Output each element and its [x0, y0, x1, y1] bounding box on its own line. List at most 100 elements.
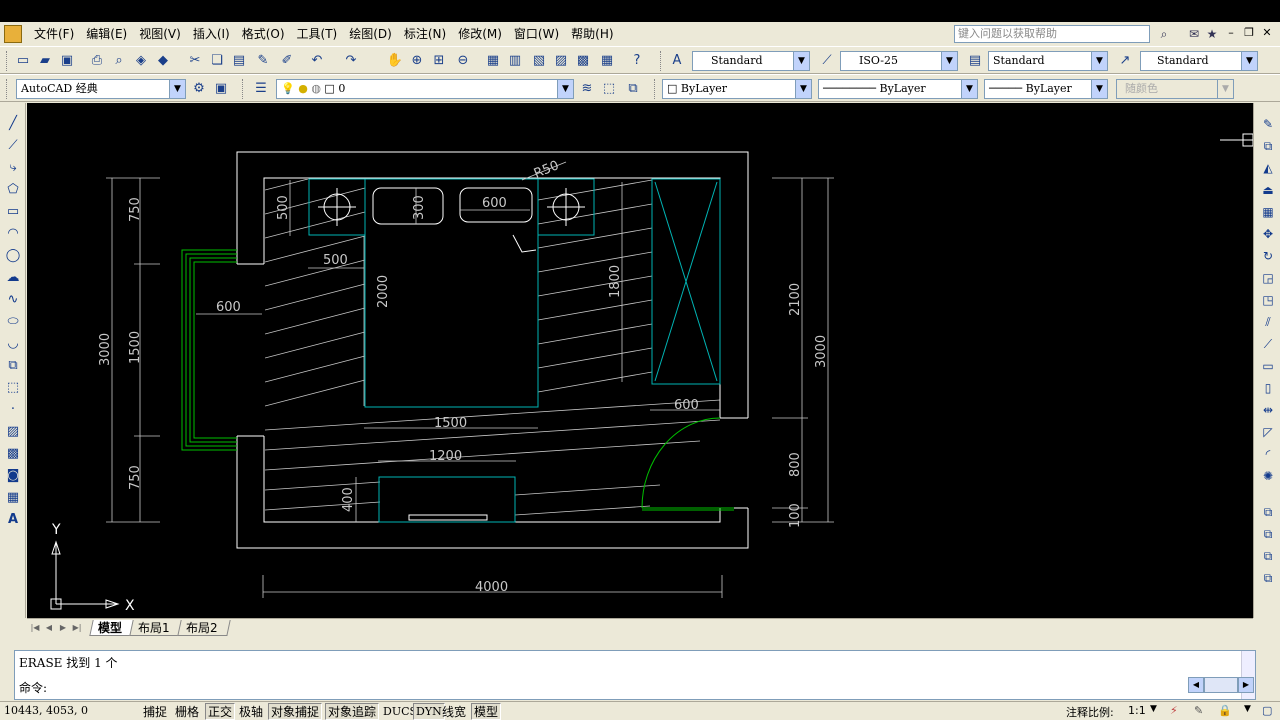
text-style-icon[interactable]: A	[668, 52, 686, 70]
otrack-toggle[interactable]: 对象追踪	[325, 703, 380, 720]
annotation-visibility-icon[interactable]: ⚡	[1170, 704, 1178, 717]
multiline-text-icon[interactable]: A	[4, 511, 22, 529]
linetype-select[interactable]: ──────── ByLayer ▼	[818, 79, 978, 99]
customize-icon[interactable]: ▣	[212, 80, 230, 98]
snap-toggle[interactable]: 捕捉	[140, 703, 170, 720]
close-icon[interactable]: ✕	[1260, 26, 1274, 40]
fillet-icon[interactable]: ◜	[1259, 445, 1277, 463]
paste-icon[interactable]: ▤	[230, 52, 248, 70]
layer-manager-icon[interactable]: ☰	[252, 80, 270, 98]
menu-tools[interactable]: 工具(T)	[291, 22, 344, 46]
print-icon[interactable]: ⎙	[88, 52, 106, 70]
draworder-back-icon[interactable]: ⧉	[1259, 525, 1277, 543]
rotate-icon[interactable]: ↻	[1259, 247, 1277, 265]
model-space-toggle[interactable]: 模型	[471, 703, 502, 720]
join-icon[interactable]: ⇹	[1259, 401, 1277, 419]
block-editor-icon[interactable]: ✐	[278, 52, 296, 70]
command-horizontal-scroll[interactable]: ◀ ▶	[1188, 677, 1254, 693]
explode-icon[interactable]: ✺	[1259, 467, 1277, 485]
menu-file[interactable]: 文件(F)	[28, 22, 80, 46]
auto-scale-icon[interactable]: ✎	[1194, 704, 1203, 717]
properties-icon[interactable]: ▦	[484, 52, 502, 70]
toolbar-grip[interactable]	[660, 51, 663, 71]
color-select[interactable]: □ ByLayer ▼	[662, 79, 812, 99]
search-icon[interactable]: ⌕	[1156, 26, 1172, 42]
first-tab-icon[interactable]: |◀	[29, 622, 41, 634]
open-file-icon[interactable]: ▰	[36, 52, 54, 70]
chamfer-icon[interactable]: ◸	[1259, 423, 1277, 441]
lineweight-toggle[interactable]: 线宽	[439, 703, 469, 720]
line-icon[interactable]: ╱	[4, 115, 22, 133]
gradient-icon[interactable]: ▩	[4, 445, 22, 463]
toolbar-grip[interactable]	[6, 51, 9, 71]
undo-icon[interactable]: ↶	[308, 52, 326, 70]
tab-layout2[interactable]: 布局2	[176, 619, 230, 636]
favorites-star-icon[interactable]: ★	[1204, 26, 1220, 42]
rectangle-icon[interactable]: ▭	[4, 203, 22, 221]
minimize-icon[interactable]: –	[1224, 26, 1238, 40]
copy-object-icon[interactable]: ⧉	[1259, 137, 1277, 155]
sheet-set-icon[interactable]: ▨	[552, 52, 570, 70]
menu-draw[interactable]: 绘图(D)	[343, 22, 398, 46]
revision-cloud-icon[interactable]: ☁	[4, 269, 22, 287]
annotation-scale-select[interactable]: 1:1	[1128, 704, 1146, 717]
lineweight-select[interactable]: ───── ByLayer ▼	[984, 79, 1108, 99]
cut-icon[interactable]: ✂	[186, 52, 204, 70]
menu-help[interactable]: 帮助(H)	[565, 22, 619, 46]
array-icon[interactable]: ▦	[1259, 203, 1277, 221]
tool-palettes-icon[interactable]: ▧	[530, 52, 548, 70]
ellipse-icon[interactable]: ⬭	[4, 313, 22, 331]
redo-icon[interactable]: ↷	[342, 52, 360, 70]
erase-icon[interactable]: ✎	[1259, 115, 1277, 133]
toolbar-grip[interactable]	[654, 79, 657, 99]
help-search-input[interactable]: 键入问题以获取帮助	[954, 25, 1150, 43]
osnap-toggle[interactable]: 对象捕捉	[268, 703, 323, 720]
workspace-select[interactable]: AutoCAD 经典 ▼	[16, 79, 186, 99]
calculator-icon[interactable]: ▦	[598, 52, 616, 70]
save-icon[interactable]: ▣	[58, 52, 76, 70]
toolbar-grip[interactable]	[6, 79, 9, 99]
spline-icon[interactable]: ∿	[4, 291, 22, 309]
next-tab-icon[interactable]: ▶	[57, 622, 69, 634]
chevron-down-icon[interactable]: ▼	[1150, 704, 1157, 714]
menu-insert[interactable]: 插入(I)	[187, 22, 236, 46]
table-style-icon[interactable]: ▤	[966, 52, 984, 70]
copy-icon[interactable]: ❏	[208, 52, 226, 70]
extend-icon[interactable]: ⟋	[1259, 335, 1277, 353]
toolbar-grip[interactable]	[242, 79, 245, 99]
pan-icon[interactable]: ✋	[386, 52, 404, 70]
draworder-front-icon[interactable]: ⧉	[1259, 503, 1277, 521]
scale-icon[interactable]: ◲	[1259, 269, 1277, 287]
layer-states-icon[interactable]: ⧉	[624, 80, 642, 98]
scroll-left-icon[interactable]: ◀	[1188, 677, 1204, 693]
cursor-coordinates[interactable]: 10443, 4053, 0	[4, 704, 88, 717]
chevron-down-icon[interactable]: ▼	[1244, 704, 1251, 714]
communication-icon[interactable]: ✉	[1186, 26, 1202, 42]
move-icon[interactable]: ✥	[1259, 225, 1277, 243]
print-preview-icon[interactable]: ⌕	[110, 52, 128, 70]
circle-icon[interactable]: ◯	[4, 247, 22, 265]
make-block-icon[interactable]: ⬚	[4, 379, 22, 397]
draworder-under-icon[interactable]: ⧉	[1259, 569, 1277, 587]
scroll-thumb[interactable]	[1204, 677, 1238, 693]
ellipse-arc-icon[interactable]: ◡	[4, 335, 22, 353]
menu-window[interactable]: 窗口(W)	[508, 22, 565, 46]
tab-layout1[interactable]: 布局1	[129, 619, 183, 636]
arc-icon[interactable]: ◠	[4, 225, 22, 243]
multileader-style-icon[interactable]: ↗	[1116, 52, 1134, 70]
dim-style-select[interactable]: ISO-25 ▼	[840, 51, 958, 71]
break-at-point-icon[interactable]: ▭	[1259, 357, 1277, 375]
polygon-icon[interactable]: ⬠	[4, 181, 22, 199]
command-prompt[interactable]: 命令:	[19, 679, 47, 696]
polar-toggle[interactable]: 极轴	[236, 703, 266, 720]
menu-dimension[interactable]: 标注(N)	[398, 22, 452, 46]
mirror-icon[interactable]: ◭	[1259, 159, 1277, 177]
draworder-above-icon[interactable]: ⧉	[1259, 547, 1277, 565]
polyline-icon[interactable]: ⤷	[4, 159, 22, 177]
trim-icon[interactable]: ⫽	[1259, 313, 1277, 331]
restore-icon[interactable]: ❐	[1242, 26, 1256, 40]
stretch-icon[interactable]: ◳	[1259, 291, 1277, 309]
table-style-select[interactable]: Standard ▼	[988, 51, 1108, 71]
help-icon[interactable]: ?	[628, 52, 646, 70]
break-icon[interactable]: ▯	[1259, 379, 1277, 397]
